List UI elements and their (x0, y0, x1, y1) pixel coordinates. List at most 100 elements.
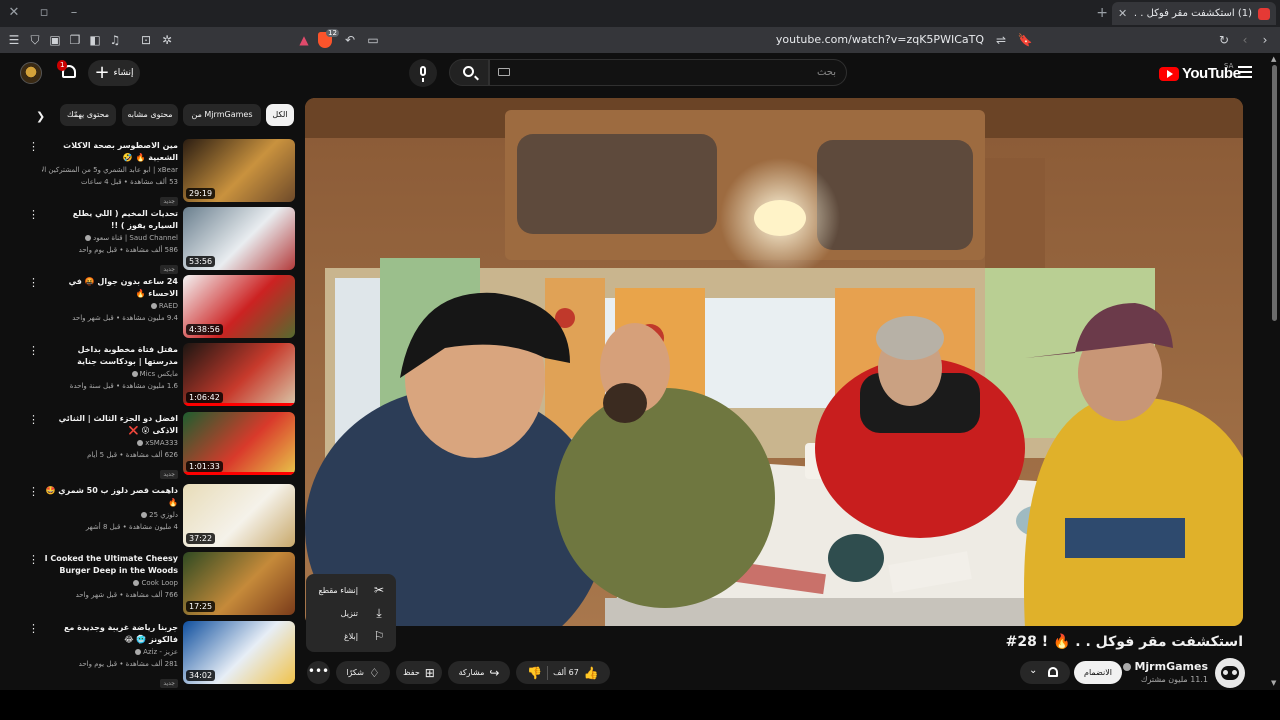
like-count[interactable]: 67 ألف (553, 668, 579, 677)
channel-line[interactable]: Cook Loop (42, 577, 178, 589)
video-title[interactable]: 24 ساعه بدون جوال 🤬 في الاحساء 🔥 (42, 276, 178, 300)
verified-icon (150, 303, 157, 309)
video-thumbnail[interactable]: 1:06:42 (183, 343, 295, 406)
recommendation-item[interactable]: 37:22 داهمت قصر دلوز ب 50 شمري 🤩 🔥 دلوزي 2… (28, 484, 295, 548)
channel-line[interactable]: RAED (42, 300, 178, 312)
recommendation-item[interactable]: 53:56 تحديات المخيم ( اللي يطلع السياره ي… (28, 207, 295, 274)
channel-line[interactable]: عزيز - Aziz (42, 646, 178, 658)
url-field[interactable]: youtube.com/watch?v=zqK5PWICaTQ (760, 33, 984, 46)
more-actions-button[interactable]: ••• (307, 661, 330, 684)
recommendation-item[interactable]: 1:01:33 افضل دو الجزء الثالث | الثنائي ال… (28, 412, 295, 479)
sidebar-icon[interactable]: ◧ (87, 32, 103, 48)
recommendation-item[interactable]: 34:02 جربنا رياضة غريبة وجديدة مع فالكونز… (28, 621, 295, 688)
extensions-icon[interactable]: ✲ (159, 32, 175, 48)
recommendation-item[interactable]: 4:38:56 24 ساعه بدون جوال 🤬 في الاحساء 🔥 R… (28, 275, 295, 339)
video-thumbnail[interactable]: 4:38:56 (183, 275, 295, 338)
maximize-window-icon[interactable]: ▫ (34, 4, 54, 22)
back-icon[interactable]: › (1257, 32, 1273, 48)
share-button[interactable]: ↪ مشاركة (448, 661, 510, 684)
channel-name: Saud Channel | قناة سعود (93, 234, 178, 242)
tabs-icon[interactable]: ❐ (67, 32, 83, 48)
minimize-window-icon[interactable]: – (64, 4, 84, 22)
kebab-menu-icon[interactable]: ⋮ (28, 623, 39, 634)
shield-icon[interactable]: ⛉ (27, 32, 43, 48)
channel-name-text: MjrmGames (1134, 660, 1208, 673)
video-thumbnail[interactable]: 34:02 (183, 621, 295, 684)
search-input[interactable] (500, 62, 836, 83)
kebab-menu-icon[interactable]: ⋮ (28, 277, 39, 288)
create-button[interactable]: إنشاء + (88, 60, 140, 86)
wallet-icon[interactable]: ▣ (47, 32, 63, 48)
kebab-menu-icon[interactable]: ⋮ (28, 345, 39, 356)
thanks-button[interactable]: ♢ شكرًا (336, 661, 390, 684)
video-thumbnail[interactable]: 53:56 (183, 207, 295, 270)
bookmark-icon[interactable]: 🔖 (1017, 32, 1033, 48)
subscription-bell-button[interactable]: ⌄ (1020, 661, 1070, 684)
channel-name: مايكس Mics (139, 370, 178, 378)
video-thumbnail[interactable]: 29:19 (183, 139, 295, 202)
video-title[interactable]: افضل دو الجزء الثالث | الثنائي الاذكى 😮 … (42, 413, 178, 437)
save-button[interactable]: ⊞ حفظ (396, 661, 442, 684)
chip-all[interactable]: الكل (266, 104, 294, 126)
reload-icon[interactable]: ↻ (1216, 32, 1232, 48)
like-icon[interactable]: 👍 (584, 667, 599, 679)
search-button[interactable] (449, 59, 489, 86)
video-player[interactable] (305, 98, 1243, 626)
youtube-play-icon (1159, 66, 1179, 81)
join-button[interactable]: الانضمام (1074, 661, 1122, 684)
video-title[interactable]: مين الاصطوسر بصحة الاكلات الشعبية 🔥 🤣 (42, 140, 178, 164)
scroll-up-icon[interactable]: ▲ (1271, 55, 1276, 63)
video-title[interactable]: تحديات المخيم ( اللي يطلع السياره يفوز )… (42, 208, 178, 232)
channel-name[interactable]: MjrmGames (1110, 660, 1208, 673)
forward-icon[interactable]: ‹ (1237, 32, 1253, 48)
site-settings-icon[interactable]: ⇌ (993, 32, 1009, 48)
scroll-thumb[interactable] (1272, 65, 1277, 321)
browser-tab[interactable]: (1) استكشفت مقر فوكل . . 🔥 | 28# ✕ (1112, 2, 1276, 25)
kebab-menu-icon[interactable]: ⋮ (28, 554, 39, 565)
video-thumbnail[interactable]: 37:22 (183, 484, 295, 547)
channel-line[interactable]: Saud Channel | قناة سعود (42, 232, 178, 244)
video-meta: 53 ألف مشاهدة • قبل 4 ساعات (80, 178, 178, 186)
new-tab-icon[interactable]: + (1096, 5, 1108, 21)
kebab-menu-icon[interactable]: ⋮ (28, 141, 39, 152)
kebab-menu-icon[interactable]: ⋮ (28, 486, 39, 497)
recommendation-item[interactable]: 1:06:42 مقتل فتاة مخطوبة بداخل مدرستها | … (28, 343, 295, 407)
close-tab-icon[interactable]: ✕ (1118, 7, 1127, 20)
menu-icon[interactable]: ☰ (6, 32, 22, 48)
channel-line[interactable]: مايكس Mics (42, 368, 178, 380)
chip-from-channel[interactable]: من MjrmGames (183, 104, 261, 126)
menu-item-report[interactable]: إبلاغ ⚐ (306, 625, 396, 647)
channel-line[interactable]: xSMA333 (42, 437, 178, 449)
video-title[interactable]: داهمت قصر دلوز ب 50 شمري 🤩 🔥 (42, 485, 178, 509)
brave-rewards-icon[interactable]: ▲ (296, 32, 312, 48)
screenshot-icon[interactable]: ⊡ (138, 32, 154, 48)
dislike-icon[interactable]: 👎 (527, 667, 542, 679)
channel-line[interactable]: xBear | ابو عابد الشمري و5 من المشتركين … (42, 164, 178, 176)
share-page-icon[interactable]: ↶ (342, 32, 358, 48)
voice-search-button[interactable] (409, 59, 437, 87)
account-avatar[interactable] (20, 62, 42, 84)
masthead: 1 إنشاء + YouTube SA (0, 53, 1280, 93)
cast-icon[interactable]: ▭ (365, 32, 381, 48)
notifications-button[interactable]: 1 (57, 60, 78, 81)
close-window-icon[interactable]: ✕ (4, 4, 24, 22)
menu-item-clip[interactable]: إنشاء مقطع ✂ (306, 579, 396, 601)
recommendation-item[interactable]: 17:25 I Cooked the Ultimate Cheesy Burger… (28, 552, 295, 616)
video-thumbnail[interactable]: 1:01:33 (183, 412, 295, 475)
page-scrollbar[interactable]: ▲ ▼ (1270, 55, 1280, 688)
music-icon[interactable]: ♫ (107, 32, 123, 48)
guide-menu-icon[interactable] (1238, 66, 1252, 78)
recommendation-item[interactable]: 29:19 مين الاصطوسر بصحة الاكلات الشعبية 🔥… (28, 139, 295, 206)
menu-item-download[interactable]: تنزيل ⤓ (306, 602, 396, 624)
channel-line[interactable]: دلوزي 25 (42, 509, 178, 521)
video-thumbnail[interactable]: 17:25 (183, 552, 295, 615)
video-title[interactable]: جربنا رياضة غريبة وجديدة مع فالكونز 🥶 😂 (42, 622, 178, 646)
scroll-down-icon[interactable]: ▼ (1271, 679, 1276, 687)
kebab-menu-icon[interactable]: ⋮ (28, 209, 39, 220)
kebab-menu-icon[interactable]: ⋮ (28, 414, 39, 425)
video-title[interactable]: مقتل فتاة مخطوبة بداخل مدرستها | بودكاست… (42, 344, 178, 368)
video-title[interactable]: I Cooked the Ultimate Cheesy Burger Deep… (42, 553, 178, 577)
chip-for-you[interactable]: محتوى يهمّك (60, 104, 116, 126)
channel-avatar[interactable] (1215, 658, 1245, 688)
chip-related[interactable]: محتوى مشابه (122, 104, 178, 126)
